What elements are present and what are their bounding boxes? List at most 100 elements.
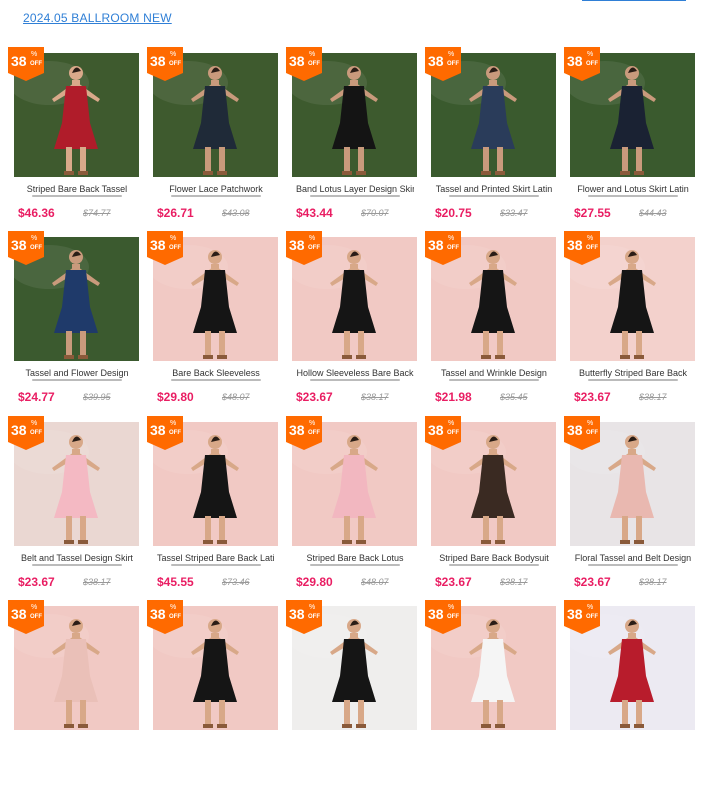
product-title-clipped-line xyxy=(574,564,692,568)
discount-number: 38 xyxy=(428,53,444,69)
product-card[interactable]: 38% OFF Belt and Tassel Design Skirt $23.67… xyxy=(8,416,139,604)
discount-badge: 38% OFF xyxy=(147,231,183,265)
sale-price: $20.75 xyxy=(435,206,472,220)
discount-number: 38 xyxy=(150,606,166,622)
original-price: $38.17 xyxy=(639,577,667,587)
discount-badge: 38% OFF xyxy=(8,600,44,634)
product-card[interactable]: 38% OFF Flower and Lotus Skirt Latin $27.55… xyxy=(564,47,695,235)
product-card[interactable]: 38% OFF Striped Bare Back Bodysuit $23.67 $3… xyxy=(425,416,556,604)
sale-price: $23.67 xyxy=(574,390,611,404)
original-price: $73.46 xyxy=(222,577,250,587)
discount-badge: 38% OFF xyxy=(8,231,44,265)
discount-number: 38 xyxy=(11,53,27,69)
discount-percent: % xyxy=(309,420,316,427)
product-title-clipped-line xyxy=(435,564,553,568)
product-card[interactable]: 38% OFF xyxy=(286,600,417,788)
discount-off-label: OFF xyxy=(447,245,459,251)
product-title[interactable]: Tassel and Wrinkle Design xyxy=(435,368,553,386)
product-card[interactable]: 38% OFF xyxy=(425,600,556,788)
discount-off-label: OFF xyxy=(447,614,459,620)
product-title-clipped-line xyxy=(18,564,136,568)
discount-number: 38 xyxy=(428,422,444,438)
discount-off-label: OFF xyxy=(308,245,320,251)
discount-badge: 38% OFF xyxy=(147,416,183,450)
discount-number: 38 xyxy=(150,422,166,438)
sale-price: $21.98 xyxy=(435,390,472,404)
discount-percent: % xyxy=(170,235,177,242)
discount-number: 38 xyxy=(567,237,583,253)
discount-percent: % xyxy=(170,420,177,427)
original-price: $48.07 xyxy=(361,577,389,587)
product-card[interactable]: 38% OFF Striped Bare Back Tassel $46.36 $74.… xyxy=(8,47,139,235)
discount-off-label: OFF xyxy=(169,430,181,436)
product-title[interactable]: Belt and Tassel Design Skirt xyxy=(18,553,136,571)
product-title-clipped-line xyxy=(435,195,553,199)
product-title-clipped-line xyxy=(296,195,414,199)
product-card[interactable]: 38% OFF Bare Back Sleeveless $29.80 $48.07 xyxy=(147,231,278,419)
product-title[interactable]: Flower and Lotus Skirt Latin xyxy=(574,184,692,202)
sale-price: $43.44 xyxy=(296,206,333,220)
product-title[interactable]: Striped Bare Back Tassel xyxy=(18,184,136,202)
product-card[interactable]: 38% OFF Tassel and Printed Skirt Latin $20.… xyxy=(425,47,556,235)
product-title-clipped-line xyxy=(157,379,275,383)
product-title[interactable]: Tassel and Printed Skirt Latin xyxy=(435,184,553,202)
discount-off-label: OFF xyxy=(30,245,42,251)
product-title[interactable]: Striped Bare Back Bodysuit xyxy=(435,553,553,571)
discount-badge: 38% OFF xyxy=(147,47,183,81)
original-price: $44.43 xyxy=(639,208,667,218)
product-card[interactable]: 38% OFF xyxy=(8,600,139,788)
discount-percent: % xyxy=(170,604,177,611)
discount-off-label: OFF xyxy=(586,430,598,436)
discount-number: 38 xyxy=(567,422,583,438)
discount-percent: % xyxy=(587,604,594,611)
product-title[interactable]: Tassel and Flower Design xyxy=(18,368,136,386)
discount-number: 38 xyxy=(289,53,305,69)
discount-percent: % xyxy=(448,235,455,242)
product-grid: 38% OFF Striped Bare Back Tassel $46.36 $74.… xyxy=(0,0,720,730)
original-price: $70.07 xyxy=(361,208,389,218)
discount-percent: % xyxy=(448,51,455,58)
product-card[interactable]: 38% OFF Tassel Striped Bare Back Latin $45.… xyxy=(147,416,278,604)
discount-off-label: OFF xyxy=(30,61,42,67)
product-card[interactable]: 38% OFF Flower Lace Patchwork $26.71 $43.08 xyxy=(147,47,278,235)
discount-badge: 38% OFF xyxy=(8,47,44,81)
product-title[interactable]: Bare Back Sleeveless xyxy=(157,368,275,386)
discount-percent: % xyxy=(31,420,38,427)
product-title[interactable]: Butterfly Striped Bare Back xyxy=(574,368,692,386)
product-title[interactable]: Tassel Striped Bare Back Latin xyxy=(157,553,275,571)
discount-badge: 38% OFF xyxy=(564,231,600,265)
product-title[interactable]: Floral Tassel and Belt Design xyxy=(574,553,692,571)
product-card[interactable]: 38% OFF Tassel and Wrinkle Design $21.98 $35… xyxy=(425,231,556,419)
product-card[interactable]: 38% OFF xyxy=(147,600,278,788)
sale-price: $23.67 xyxy=(18,575,55,589)
original-price: $38.17 xyxy=(83,577,111,587)
discount-percent: % xyxy=(587,51,594,58)
discount-off-label: OFF xyxy=(308,614,320,620)
discount-off-label: OFF xyxy=(169,245,181,251)
product-card[interactable]: 38% OFF Band Lotus Layer Design Skirt $43.4… xyxy=(286,47,417,235)
discount-badge: 38% OFF xyxy=(286,231,322,265)
product-card[interactable]: 38% OFF xyxy=(564,600,695,788)
discount-percent: % xyxy=(31,235,38,242)
product-title[interactable]: Band Lotus Layer Design Skirt xyxy=(296,184,414,202)
sale-price: $27.55 xyxy=(574,206,611,220)
product-card[interactable]: 38% OFF Hollow Sleeveless Bare Back $23.67 $… xyxy=(286,231,417,419)
discount-number: 38 xyxy=(11,422,27,438)
sale-price: $23.67 xyxy=(296,390,333,404)
discount-off-label: OFF xyxy=(586,614,598,620)
discount-percent: % xyxy=(448,420,455,427)
discount-off-label: OFF xyxy=(586,61,598,67)
product-card[interactable]: 38% OFF Striped Bare Back Lotus $29.80 $48.0… xyxy=(286,416,417,604)
product-title[interactable]: Hollow Sleeveless Bare Back xyxy=(296,368,414,386)
product-title[interactable]: Striped Bare Back Lotus xyxy=(296,553,414,571)
discount-percent: % xyxy=(31,604,38,611)
discount-number: 38 xyxy=(150,237,166,253)
product-card[interactable]: 38% OFF Butterfly Striped Bare Back $23.67 $… xyxy=(564,231,695,419)
discount-number: 38 xyxy=(428,237,444,253)
original-price: $33.47 xyxy=(500,208,528,218)
product-card[interactable]: 38% OFF Tassel and Flower Design $24.77 $39.… xyxy=(8,231,139,419)
product-card[interactable]: 38% OFF Floral Tassel and Belt Design $23.6… xyxy=(564,416,695,604)
discount-off-label: OFF xyxy=(447,61,459,67)
discount-number: 38 xyxy=(289,606,305,622)
product-title[interactable]: Flower Lace Patchwork xyxy=(157,184,275,202)
